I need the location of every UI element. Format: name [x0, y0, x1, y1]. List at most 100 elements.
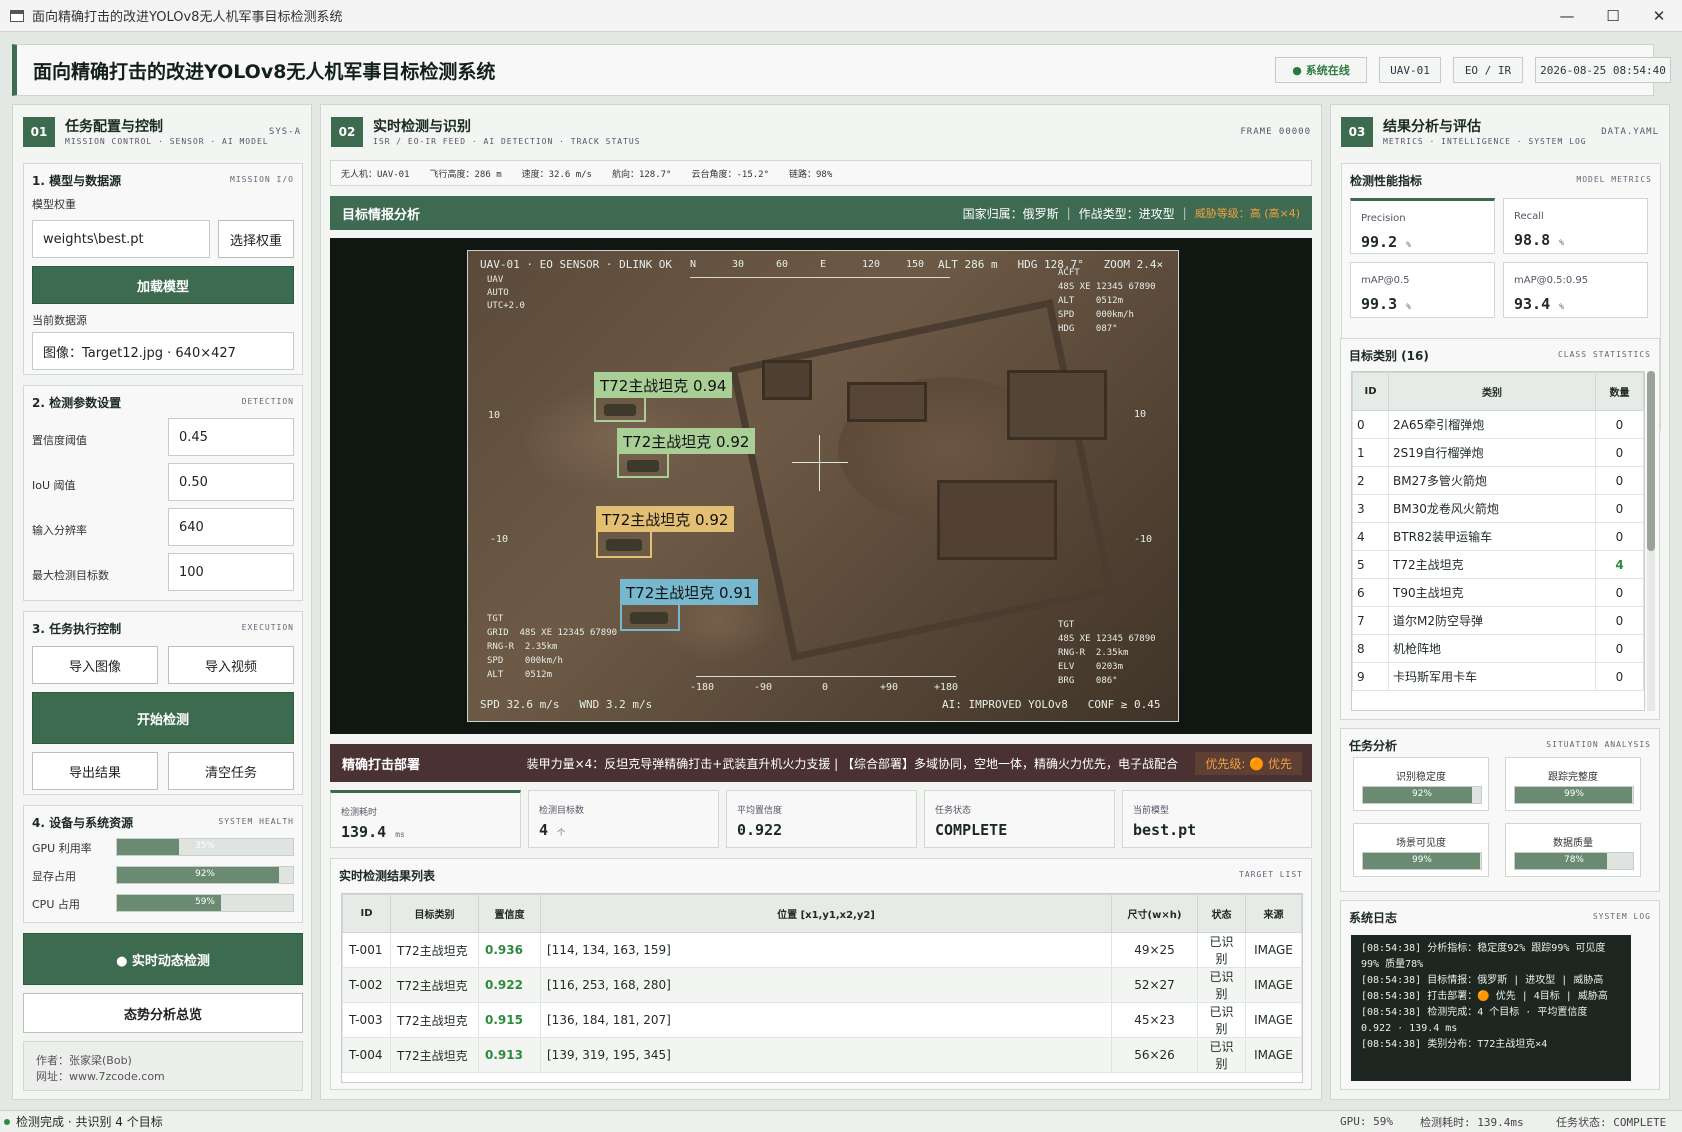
class-table-scrollbar[interactable]: [1647, 371, 1655, 711]
table-row[interactable]: T-002 T72主战坦克 0.922 [116, 253, 168, 280] 52×…: [342, 967, 1302, 1003]
source-input[interactable]: 图像：Target12.jpg · 640×427: [32, 332, 294, 370]
table-cell: 0: [1595, 438, 1644, 467]
col-header[interactable]: 置信度: [478, 894, 541, 933]
max-targets-input[interactable]: 100: [168, 553, 294, 591]
class-row[interactable]: 1 2S19自行榴弹炮 0: [1352, 438, 1644, 467]
table-cell: 4: [1352, 522, 1389, 551]
table-cell: 7: [1352, 606, 1389, 635]
stat-value: COMPLETE: [935, 821, 1008, 839]
detection-box[interactable]: [594, 396, 646, 422]
table-cell: [136, 184, 181, 207]: [540, 1002, 1112, 1038]
strike-text: 装甲力量×4：反坦克导弹精确打击+武装直升机火力支援 | 【综合部署】多域协同，…: [526, 756, 1178, 771]
section-tag: SYSTEM HEALTH: [218, 817, 294, 826]
col-header[interactable]: ID: [342, 894, 391, 933]
start-detection-button[interactable]: 开始检测: [32, 692, 294, 744]
execution-section: 3. 任务执行控制 EXECUTION 导入图像 导入视频 开始检测 导出结果 …: [23, 611, 303, 795]
metric-precision: Precision 99.2 %: [1350, 198, 1495, 254]
export-results-button[interactable]: 导出结果: [32, 752, 158, 790]
strike-title: 精确打击部署: [342, 757, 421, 773]
minimize-button[interactable]: —: [1544, 0, 1590, 32]
class-row[interactable]: 5 T72主战坦克 4: [1352, 550, 1644, 579]
conf-input[interactable]: 0.45: [168, 418, 294, 456]
table-cell: IMAGE: [1245, 967, 1302, 1003]
iou-input[interactable]: 0.50: [168, 463, 294, 501]
table-cell: 机枪阵地: [1388, 634, 1596, 663]
table-cell: 9: [1352, 662, 1389, 691]
weights-input[interactable]: weights\best.pt: [32, 220, 210, 258]
panel-number: 02: [331, 117, 363, 147]
resolution-label: 输入分辨率: [32, 524, 87, 537]
gpu-bar: 35%: [116, 838, 294, 856]
datetime-chip: 2026-08-25 08:54:40: [1535, 57, 1671, 83]
uav-chip: UAV-01: [1379, 57, 1441, 83]
analysis-bar: 78%: [1514, 852, 1634, 870]
author-box: 作者：张家梁(Bob) 网址：www.7zcode.com: [23, 1041, 303, 1091]
resolution-input[interactable]: 640: [168, 508, 294, 546]
metric-recall: Recall 98.8 %: [1503, 198, 1648, 254]
left-scale-bottom: -10: [490, 534, 509, 545]
table-row[interactable]: T-004 T72主战坦克 0.913 [139, 319, 195, 345] 56×…: [342, 1037, 1302, 1073]
col-header[interactable]: 位置 [x1,y1,x2,y2]: [540, 894, 1112, 933]
class-row[interactable]: 7 道尔M2防空导弹 0: [1352, 606, 1644, 635]
metric-label: Recall: [1514, 211, 1544, 222]
model-section: 1. 模型与数据源 MISSION I/O 模型权重 weights\best.…: [23, 163, 303, 375]
table-cell: 2: [1352, 466, 1389, 495]
section-title: 4. 设备与系统资源: [32, 816, 134, 830]
class-row[interactable]: 0 2A65牵引榴弹炮 0: [1352, 410, 1644, 439]
metric-unit: %: [1559, 302, 1564, 311]
tank-icon: [630, 612, 668, 624]
tick: 120: [862, 259, 881, 270]
gpu-label: GPU 利用率: [32, 842, 92, 855]
panel-number: 03: [1341, 117, 1373, 147]
choose-weights-button[interactable]: 选择权重: [218, 220, 294, 258]
col-header[interactable]: 来源: [1245, 894, 1302, 933]
detection-box[interactable]: [620, 603, 680, 631]
section-title: 3. 任务执行控制: [32, 622, 122, 636]
table-cell: 0.922: [478, 967, 541, 1003]
table-cell: 56×26: [1111, 1037, 1198, 1073]
section-title: 目标类别 (16): [1349, 349, 1429, 363]
hud-top-left: UAV-01 · EO SENSOR · DLINK OK: [480, 258, 673, 271]
website-text: 网址：www.7zcode.com: [36, 1070, 165, 1083]
telemetry-uav: 无人机：UAV-01: [341, 169, 410, 180]
import-video-button[interactable]: 导入视频: [168, 646, 294, 684]
class-row[interactable]: 2 BM27多管火箭炮 0: [1352, 466, 1644, 495]
table-cell: 0: [1595, 606, 1644, 635]
stat-avg-confidence: 平均置信度 0.922: [726, 790, 917, 848]
class-row[interactable]: 6 T90主战坦克 0: [1352, 578, 1644, 607]
col-header[interactable]: 目标类别: [390, 894, 479, 933]
realtime-detection-button[interactable]: ● 实时动态检测: [23, 933, 303, 985]
telemetry-altitude: 飞行高度：286 m: [429, 169, 502, 180]
col-header[interactable]: 尺寸(w×h): [1111, 894, 1198, 933]
col-header[interactable]: 状态: [1197, 894, 1246, 933]
detection-box[interactable]: [596, 530, 652, 558]
hud-target-left: TGT GRID 48S XE 12345 67890 RNG-R 2.35km…: [487, 614, 618, 680]
situation-overview-button[interactable]: 态势分析总览: [23, 993, 303, 1033]
col-header[interactable]: 类别: [1388, 372, 1596, 411]
app-header: 面向精确打击的改进YOLOv8无人机军事目标检测系统 ● 系统在线 UAV-01…: [12, 44, 1671, 96]
vram-bar: 92%: [116, 866, 294, 884]
maximize-button[interactable]: ☐: [1590, 0, 1636, 32]
class-row[interactable]: 4 BTR82装甲运输车 0: [1352, 522, 1644, 551]
table-row[interactable]: T-003 T72主战坦克 0.915 [136, 184, 181, 207] 45×…: [342, 1002, 1302, 1038]
log-line: [08:54:38] 打击部署：🟠 优先 | 4目标 | 威胁高: [1361, 991, 1608, 1002]
table-row[interactable]: T-001 T72主战坦克 0.936 [114, 134, 163, 159] 49×…: [342, 932, 1302, 968]
load-model-button[interactable]: 加载模型: [32, 266, 294, 304]
clear-task-button[interactable]: 清空任务: [168, 752, 294, 790]
max-targets-label: 最大检测目标数: [32, 569, 109, 582]
table-cell: T72主战坦克: [1388, 550, 1596, 579]
video-viewport[interactable]: UAV-01 · EO SENSOR · DLINK OK ALT 286 m …: [330, 238, 1312, 734]
system-log[interactable]: [08:54:38] 分析指标：稳定度92% 跟踪99% 可见度99% 质量78…: [1351, 935, 1631, 1081]
table-cell: 已识别: [1197, 967, 1246, 1003]
intel-threat: 威胁等级：高 (高×4): [1194, 207, 1300, 220]
class-row[interactable]: 9 卡玛斯军用卡车 0: [1352, 662, 1644, 691]
col-header[interactable]: 数量: [1595, 372, 1644, 411]
detection-box[interactable]: [617, 452, 669, 478]
close-button[interactable]: ✕: [1636, 0, 1682, 32]
class-row[interactable]: 8 机枪阵地 0: [1352, 634, 1644, 663]
import-image-button[interactable]: 导入图像: [32, 646, 158, 684]
bearing-scale: -180 -90 0 +90 +180: [690, 676, 958, 696]
col-header[interactable]: ID: [1352, 372, 1389, 411]
author-text: 作者：张家梁(Bob): [36, 1054, 132, 1067]
class-row[interactable]: 3 BM30龙卷风火箭炮 0: [1352, 494, 1644, 523]
